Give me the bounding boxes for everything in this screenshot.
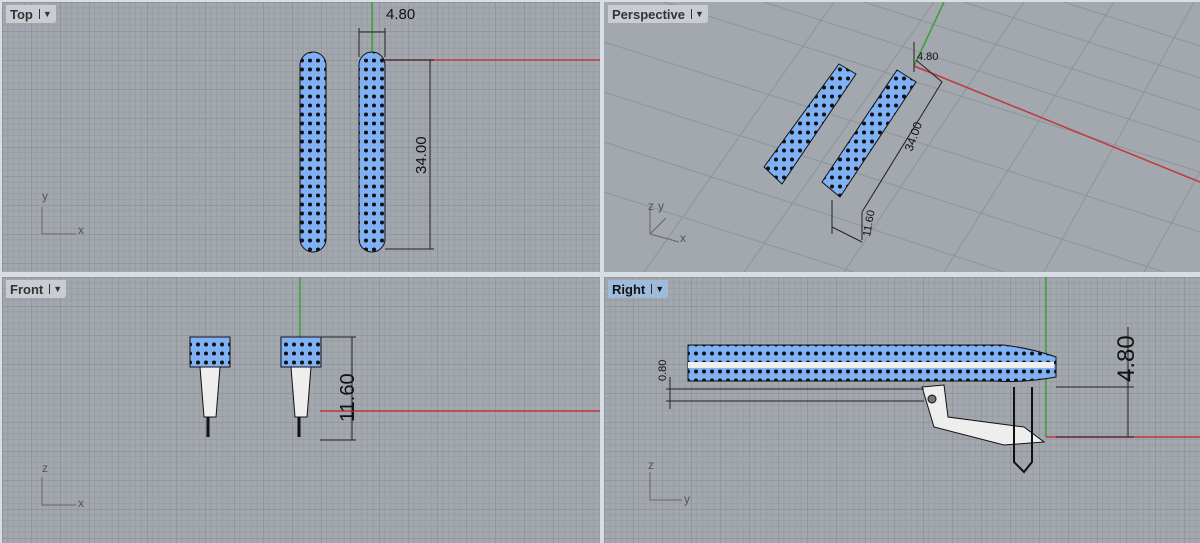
axis-label-z: z: [648, 458, 654, 472]
axis-label-z: z: [648, 199, 654, 213]
viewport-front[interactable]: 11.60 z x Front ▼: [2, 277, 600, 543]
axis-label-z: z: [42, 461, 48, 475]
viewport-title: Top: [10, 6, 33, 22]
chevron-down-icon[interactable]: ▼: [691, 9, 704, 19]
dim-width: 4.80: [386, 6, 415, 23]
axis-label-y: y: [42, 189, 48, 203]
viewport-perspective-canvas[interactable]: 4.80 34.00 11.60 z y x: [604, 2, 1200, 272]
axis-label-x: x: [680, 231, 686, 245]
axis-label-x: x: [78, 223, 84, 237]
viewport-front-canvas[interactable]: 11.60 z x: [2, 277, 600, 543]
viewport-top-canvas[interactable]: 4.80 34.00 y x: [2, 2, 600, 272]
viewport-label-front[interactable]: Front ▼: [6, 280, 67, 298]
axis-label-y: y: [684, 492, 690, 506]
viewport-label-perspective[interactable]: Perspective ▼: [608, 5, 708, 23]
dim-length: 34.00: [413, 136, 430, 174]
axis-label-y: y: [658, 199, 664, 213]
dim-height: 4.80: [1113, 335, 1140, 382]
viewport-label-top[interactable]: Top ▼: [6, 5, 56, 23]
axis-label-x: x: [78, 496, 84, 510]
viewport-right[interactable]: 4.80 0.80 z y Right ▼: [604, 277, 1200, 543]
earring-left[interactable]: [299, 51, 327, 253]
dim-height: 11.60: [337, 373, 359, 422]
viewport-top[interactable]: 4.80 34.00 y x Top ▼: [2, 2, 600, 272]
hinge: [927, 394, 937, 404]
chevron-down-icon[interactable]: ▼: [49, 284, 62, 294]
chevron-down-icon[interactable]: ▼: [651, 284, 664, 294]
chevron-down-icon[interactable]: ▼: [38, 9, 52, 19]
viewport-title: Perspective: [612, 6, 685, 22]
dim-thickness: 0.80: [657, 360, 669, 381]
dim-width: 4.80: [917, 51, 938, 63]
earring-right[interactable]: [358, 51, 386, 253]
viewport-title: Right: [612, 281, 646, 297]
viewport-label-right[interactable]: Right ▼: [608, 280, 669, 298]
viewport-title: Front: [10, 281, 44, 297]
viewport-perspective[interactable]: 4.80 34.00 11.60 z y x Perspective ▼: [604, 2, 1200, 272]
viewport-right-canvas[interactable]: 4.80 0.80 z y: [604, 277, 1200, 543]
